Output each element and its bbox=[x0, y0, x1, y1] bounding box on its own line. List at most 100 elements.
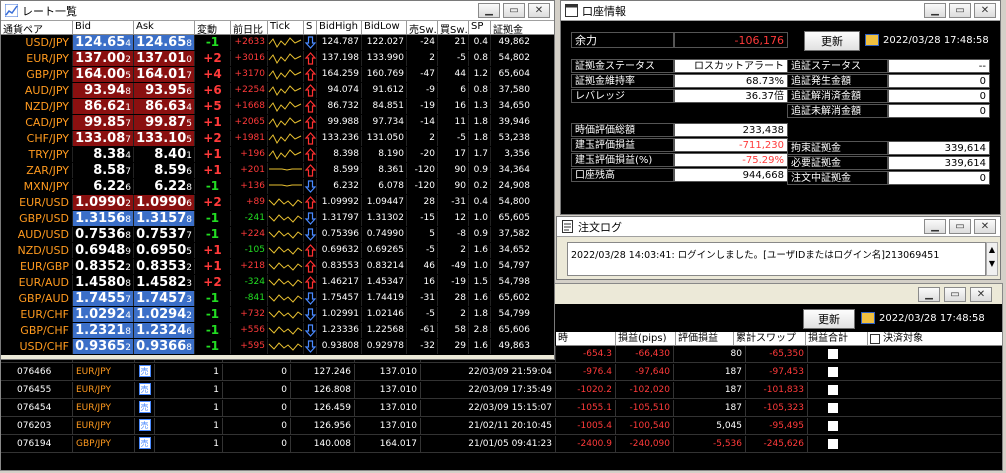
rate-row[interactable]: EUR/GBP 0.83522 0.83532 +1 +218 0.83553 0.8321… bbox=[1, 259, 554, 275]
buy-swap: -5 bbox=[438, 131, 469, 146]
ask-price[interactable]: 137.010 bbox=[134, 51, 195, 66]
minimize-button[interactable]: ▁ bbox=[924, 219, 946, 234]
rate-row[interactable]: NZD/JPY 86.621 86.634 +5 +1668 86.732 84.851 -1… bbox=[1, 99, 554, 115]
change-value: +2 bbox=[195, 51, 231, 66]
settle-checkbox[interactable] bbox=[808, 382, 858, 398]
bid-price[interactable]: 137.002 bbox=[73, 51, 134, 66]
bid-price[interactable]: 1.09902 bbox=[73, 195, 134, 210]
position-row[interactable]: 076455 EUR/JPY 売 1 0 126.808 137.010 22/03/09 1… bbox=[1, 382, 1001, 399]
maximize-button[interactable]: ▭ bbox=[503, 3, 525, 18]
bid-low: 1.22568 bbox=[362, 323, 407, 338]
positions-update-button[interactable]: 更新 bbox=[803, 309, 855, 329]
rate-row[interactable]: NZD/USD 0.69489 0.69505 +1 -105 0.69632 0.6926… bbox=[1, 243, 554, 259]
rate-row[interactable]: USD/CHF 0.93652 0.93668 -1 +595 0.93808 0.9297… bbox=[1, 339, 554, 355]
bid-price[interactable]: 99.857 bbox=[73, 115, 134, 130]
rate-row[interactable]: CHF/JPY 133.087 133.105 +2 +1981 133.236 131.0… bbox=[1, 131, 554, 147]
rate-row[interactable]: TRY/JPY 8.384 8.401 +1 +196 8.398 8.190 -20 17 1.… bbox=[1, 147, 554, 163]
settle-checkbox[interactable] bbox=[808, 364, 858, 380]
ask-price[interactable]: 86.634 bbox=[134, 99, 195, 114]
maximize-button[interactable]: ▭ bbox=[949, 219, 971, 234]
position-row[interactable]: 076466 EUR/JPY 売 1 0 127.246 137.010 22/03/09 2… bbox=[1, 364, 1001, 381]
rate-row[interactable]: CAD/JPY 99.857 99.875 +1 +2065 99.988 97.734 -1… bbox=[1, 115, 554, 131]
ask-price[interactable]: 8.401 bbox=[134, 147, 195, 162]
rate-row[interactable]: EUR/AUD 1.45808 1.45823 +2 -324 1.46217 1.4534… bbox=[1, 275, 554, 291]
settle-checkbox[interactable] bbox=[808, 436, 858, 452]
ask-price[interactable]: 0.83532 bbox=[134, 259, 195, 274]
ask-price[interactable]: 1.31578 bbox=[134, 211, 195, 226]
position-row[interactable]: 076454 EUR/JPY 売 1 0 126.459 137.010 22/03/09 1… bbox=[1, 400, 1001, 417]
rate-row[interactable]: GBP/JPY 164.005 164.017 +4 +3170 164.259 160.7… bbox=[1, 67, 554, 83]
order-log-scrollbar[interactable]: ▲ ▼ bbox=[986, 242, 998, 276]
spread: 1.6 bbox=[469, 291, 491, 306]
ask-price[interactable]: 1.23246 bbox=[134, 323, 195, 338]
rate-row[interactable]: GBP/USD 1.31568 1.31578 -1 -241 1.31797 1.3130… bbox=[1, 211, 554, 227]
rate-row[interactable]: EUR/CHF 1.02924 1.02942 -1 +732 1.02991 1.0214… bbox=[1, 307, 554, 323]
account-update-button[interactable]: 更新 bbox=[804, 31, 860, 51]
close-button[interactable]: ✕ bbox=[970, 287, 992, 302]
ask-price[interactable]: 99.875 bbox=[134, 115, 195, 130]
maximize-button[interactable]: ▭ bbox=[949, 3, 971, 18]
bid-low: 0.83214 bbox=[362, 259, 407, 274]
maximize-button[interactable]: ▭ bbox=[944, 287, 966, 302]
settle-checkbox[interactable] bbox=[808, 418, 858, 434]
sell-swap: -31 bbox=[407, 291, 438, 306]
close-button[interactable]: ✕ bbox=[974, 219, 996, 234]
bid-price[interactable]: 1.02924 bbox=[73, 307, 134, 322]
rate-row[interactable]: EUR/USD 1.09902 1.09906 +2 +89 1.09992 1.09447… bbox=[1, 195, 554, 211]
rate-row[interactable]: ZAR/JPY 8.587 8.596 +1 +201 8.599 8.361 -120 90 0… bbox=[1, 163, 554, 179]
ask-price[interactable]: 0.93668 bbox=[134, 339, 195, 354]
close-button[interactable]: ✕ bbox=[528, 3, 550, 18]
ask-price[interactable]: 1.74573 bbox=[134, 291, 195, 306]
bid-price[interactable]: 1.23218 bbox=[73, 323, 134, 338]
position-row[interactable]: 076203 EUR/JPY 売 1 0 126.956 137.010 21/02/11 2… bbox=[1, 418, 1001, 435]
rate-row[interactable]: USD/JPY 124.654 124.658 -1 +2633 124.787 122.0… bbox=[1, 35, 554, 51]
rate-row[interactable]: GBP/CHF 1.23218 1.23246 -1 +556 1.23336 1.2256… bbox=[1, 323, 554, 339]
rate-row[interactable]: AUD/USD 0.75368 0.75377 -1 +224 0.75396 0.7499… bbox=[1, 227, 554, 243]
window-icon bbox=[565, 4, 578, 17]
settle-checkbox[interactable] bbox=[808, 400, 858, 416]
bid-price[interactable]: 164.005 bbox=[73, 67, 134, 82]
settle-header[interactable]: 決済対象 bbox=[868, 332, 938, 345]
ask-price[interactable]: 8.596 bbox=[134, 163, 195, 178]
settle-checkbox[interactable] bbox=[808, 346, 858, 362]
bid-price[interactable]: 8.587 bbox=[73, 163, 134, 178]
rate-row[interactable]: GBP/AUD 1.74557 1.74573 -1 -841 1.75457 1.7441… bbox=[1, 291, 554, 307]
bid-price[interactable]: 0.69489 bbox=[73, 243, 134, 258]
buy-swap: 29 bbox=[438, 339, 469, 354]
bid-price[interactable]: 133.087 bbox=[73, 131, 134, 146]
bid-price[interactable]: 0.93652 bbox=[73, 339, 134, 354]
bid-low: 1.45347 bbox=[362, 275, 407, 290]
checkbox-icon[interactable] bbox=[870, 333, 880, 344]
bid-price[interactable]: 1.45808 bbox=[73, 275, 134, 290]
bid-price[interactable]: 1.31568 bbox=[73, 211, 134, 226]
close-button[interactable]: ✕ bbox=[974, 3, 996, 18]
ask-price[interactable]: 0.69505 bbox=[134, 243, 195, 258]
minimize-button[interactable]: ▁ bbox=[924, 3, 946, 18]
ask-price[interactable]: 164.017 bbox=[134, 67, 195, 82]
order-log-textarea[interactable]: 2022/03/28 14:03:41: ログインしました。[ユーザIDまたはロ… bbox=[567, 242, 986, 276]
rate-row[interactable]: EUR/JPY 137.002 137.010 +2 +3016 137.198 133.9… bbox=[1, 51, 554, 67]
bid-price[interactable]: 124.654 bbox=[73, 35, 134, 50]
ask-price[interactable]: 133.105 bbox=[134, 131, 195, 146]
bid-price[interactable]: 1.74557 bbox=[73, 291, 134, 306]
bid-price[interactable]: 0.75368 bbox=[73, 227, 134, 242]
rate-row[interactable]: AUD/JPY 93.948 93.956 +6 +2254 94.074 91.612 -9… bbox=[1, 83, 554, 99]
ask-price[interactable]: 1.02942 bbox=[134, 307, 195, 322]
minimize-button[interactable]: ▁ bbox=[918, 287, 940, 302]
ask-price[interactable]: 93.956 bbox=[134, 83, 195, 98]
position-row[interactable]: 076194 GBP/JPY 売 1 0 140.008 164.017 21/01/05 0… bbox=[1, 436, 1001, 453]
bid-price[interactable]: 8.384 bbox=[73, 147, 134, 162]
ask-price[interactable]: 124.658 bbox=[134, 35, 195, 50]
bid-price[interactable]: 0.83522 bbox=[73, 259, 134, 274]
minimize-button[interactable]: ▁ bbox=[478, 3, 500, 18]
bid-low: 8.190 bbox=[362, 147, 407, 162]
bid-price[interactable]: 86.621 bbox=[73, 99, 134, 114]
ask-price[interactable]: 0.75377 bbox=[134, 227, 195, 242]
bid-price[interactable]: 6.226 bbox=[73, 179, 134, 194]
bid-price[interactable]: 93.948 bbox=[73, 83, 134, 98]
ask-price[interactable]: 6.228 bbox=[134, 179, 195, 194]
ask-price[interactable]: 1.09906 bbox=[134, 195, 195, 210]
ask-price[interactable]: 1.45823 bbox=[134, 275, 195, 290]
prev-day-diff: +218 bbox=[231, 259, 268, 274]
rate-row[interactable]: MXN/JPY 6.226 6.228 -1 +136 6.232 6.078 -120 90 0… bbox=[1, 179, 554, 195]
